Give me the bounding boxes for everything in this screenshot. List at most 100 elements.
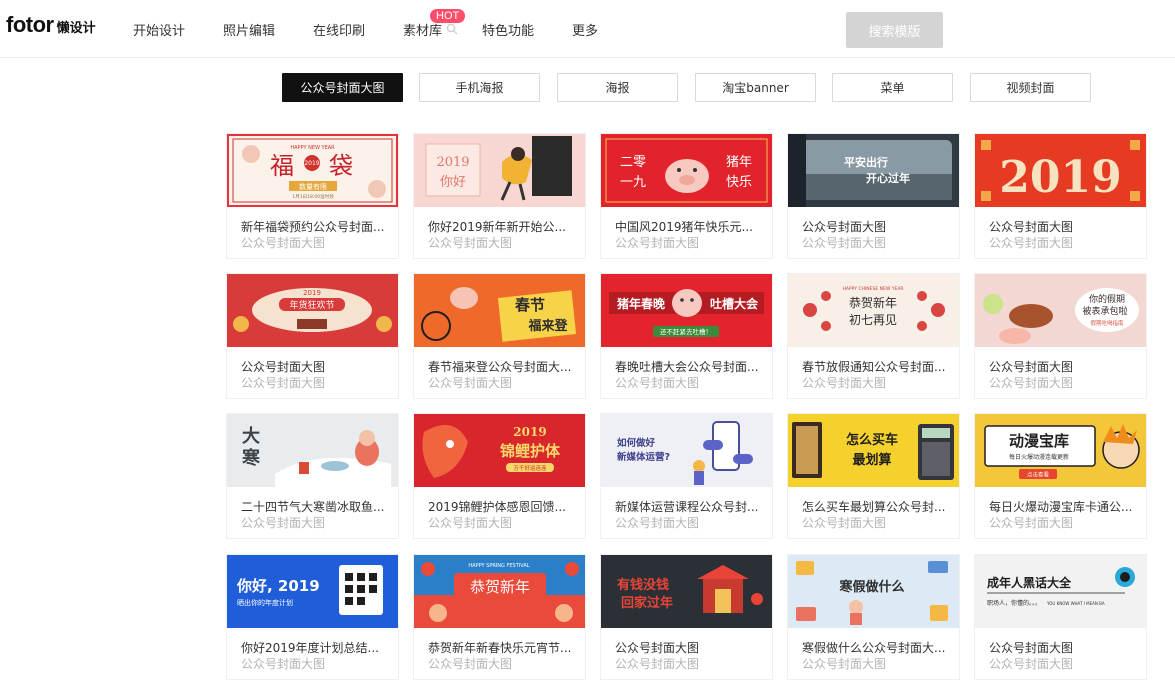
template-card[interactable]: 有钱没钱 回家过年 公众号封面大图 公众号封面大图 <box>601 555 772 679</box>
svg-text:被表承包啦: 被表承包啦 <box>1082 305 1127 317</box>
card-subtitle: 公众号封面大图 <box>802 236 887 250</box>
svg-text:2019: 2019 <box>436 155 469 170</box>
svg-text:假期吃喝指南: 假期吃喝指南 <box>1090 319 1124 327</box>
svg-text:寒: 寒 <box>241 447 261 469</box>
template-card[interactable]: 2019 公众号封面大图 公众号封面大图 <box>975 134 1146 258</box>
card-title: 每日火爆动漫宝库卡通公... <box>989 500 1133 514</box>
template-card[interactable]: 2019 年货狂欢节 公众号封面大图 公众号封面大图 <box>227 274 398 398</box>
card-title: 你好2019年度计划总结... <box>241 641 379 655</box>
template-card[interactable]: 2019 你好 你好2019新年新开始公... 公众号封面大图 <box>414 134 585 258</box>
card-subtitle: 公众号封面大图 <box>428 657 513 671</box>
svg-text:平安出行: 平安出行 <box>844 155 888 169</box>
tab-wechat-cover[interactable]: 公众号封面大图 <box>282 73 403 102</box>
card-title: 公众号封面大图 <box>615 641 700 655</box>
card-title: 公众号封面大图 <box>989 220 1074 234</box>
template-card[interactable]: HAPPY SPRING FESTIVAL 恭贺新年 恭贺新年新春快乐元宵节..… <box>414 555 585 679</box>
card-title: 寒假做什么公众号封面大... <box>802 641 946 655</box>
svg-text:1月1日18:00准时领: 1月1日18:00准时领 <box>292 193 334 200</box>
card-title: 怎么买车最划算公众号封... <box>802 500 946 514</box>
template-card[interactable]: 你的假期 被表承包啦 假期吃喝指南 公众号封面大图 公众号封面大图 <box>975 274 1146 398</box>
top-header: fotor 懒设计 开始设计 照片编辑 在线印刷 素材库 特色功能 更多 HOT… <box>0 0 1175 58</box>
logo-wordmark: fotor <box>6 12 54 37</box>
card-subtitle: 公众号封面大图 <box>241 657 326 671</box>
svg-text:快乐: 快乐 <box>726 175 752 190</box>
nav-start-design[interactable]: 开始设计 <box>133 20 185 39</box>
card-title: 恭贺新年新春快乐元宵节... <box>428 641 572 655</box>
template-thumbnail: 2019 你好 <box>414 134 585 207</box>
template-card[interactable]: 猪年春晚 吐槽大会 还不赶紧去吐槽！ 春晚吐槽大会公众号封面... 公众号封面大… <box>601 274 772 398</box>
template-card[interactable]: HAPPY CHINESE NEW YEAR 恭贺新年 初七再见 春节放假通知公… <box>788 274 959 398</box>
nav-more[interactable]: 更多 <box>572 20 598 39</box>
nav-photo-edit[interactable]: 照片编辑 <box>223 20 275 39</box>
template-thumbnail: 春节 福来登 <box>414 274 585 347</box>
nav-online-print[interactable]: 在线印刷 <box>313 20 365 39</box>
svg-text:2019: 2019 <box>999 152 1121 203</box>
template-card[interactable]: 动漫宝库 每日火爆动漫连载更新 点击查看 每日火爆动漫宝库卡通公... 公众号封… <box>975 414 1146 538</box>
template-thumbnail: 寒假做什么 <box>788 555 959 628</box>
svg-text:动漫宝库: 动漫宝库 <box>1009 432 1069 450</box>
template-thumbnail: 如何做好 新媒体运营? <box>601 414 772 487</box>
svg-text:你的假期: 你的假期 <box>1089 293 1125 305</box>
fotor-logo[interactable]: fotor 懒设计 <box>6 12 96 38</box>
card-title: 公众号封面大图 <box>989 641 1074 655</box>
svg-text:2019: 2019 <box>304 160 319 167</box>
svg-text:2019: 2019 <box>303 289 321 297</box>
template-card[interactable]: 春节 福来登 春节福来登公众号封面大... 公众号封面大图 <box>414 274 585 398</box>
svg-text:HAPPY SPRING FESTIVAL: HAPPY SPRING FESTIVAL <box>468 563 529 569</box>
svg-text:有钱没钱: 有钱没钱 <box>617 577 669 593</box>
card-subtitle: 公众号封面大图 <box>802 657 887 671</box>
template-card[interactable]: 成年人黑话大全 职场人，你懂的。。。 YOU KNOW WHAT I MEAN … <box>975 555 1146 679</box>
card-subtitle: 公众号封面大图 <box>989 376 1074 390</box>
tab-poster[interactable]: 海报 <box>557 73 678 102</box>
tab-mobile-poster[interactable]: 手机海报 <box>419 73 540 102</box>
template-thumbnail: 你的假期 被表承包啦 假期吃喝指南 <box>975 274 1146 347</box>
search-template-button[interactable]: 搜索模版 <box>846 12 943 48</box>
svg-text:福: 福 <box>270 152 294 180</box>
template-thumbnail: 怎么买车 最划算 <box>788 414 959 487</box>
template-card[interactable]: HAPPY NEW YEAR 福 袋 2019 数量有限 1月1日18:00准时… <box>227 134 398 258</box>
template-card[interactable]: 怎么买车 最划算 怎么买车最划算公众号封... 公众号封面大图 <box>788 414 959 538</box>
template-thumbnail: 大 寒 <box>227 414 398 487</box>
svg-text:2019: 2019 <box>513 425 546 439</box>
card-subtitle: 公众号封面大图 <box>241 516 326 530</box>
nav-features[interactable]: 特色功能 <box>482 20 534 39</box>
card-title: 春节福来登公众号封面大... <box>428 360 572 374</box>
card-subtitle: 公众号封面大图 <box>802 376 887 390</box>
svg-text:数量有限: 数量有限 <box>299 182 327 191</box>
svg-text:怎么买车: 怎么买车 <box>846 432 898 448</box>
template-card[interactable]: 二零 一九 猪年 快乐 中国风2019猪年快乐元... 公众号封面大图 <box>601 134 772 258</box>
template-thumbnail: 2019 锦鲤护体 万千好运连连 <box>414 414 585 487</box>
tab-taobao-banner[interactable]: 淘宝banner <box>695 73 816 102</box>
template-card[interactable]: 2019 锦鲤护体 万千好运连连 2019锦鲤护体感恩回馈... 公众号封面大图 <box>414 414 585 538</box>
svg-text:一九: 一九 <box>620 175 646 190</box>
svg-text:吐槽大会: 吐槽大会 <box>710 296 759 311</box>
template-card[interactable]: 平安出行 开心过年 公众号封面大图 公众号封面大图 <box>788 134 959 258</box>
template-thumbnail: HAPPY SPRING FESTIVAL 恭贺新年 <box>414 555 585 628</box>
svg-text:寒假做什么: 寒假做什么 <box>838 579 904 595</box>
template-thumbnail: 猪年春晚 吐槽大会 还不赶紧去吐槽！ <box>601 274 772 347</box>
tab-video-cover[interactable]: 视频封面 <box>970 73 1091 102</box>
card-subtitle: 公众号封面大图 <box>615 376 700 390</box>
svg-text:二零: 二零 <box>620 155 646 170</box>
card-subtitle: 公众号封面大图 <box>989 236 1074 250</box>
template-thumbnail: 动漫宝库 每日火爆动漫连载更新 点击查看 <box>975 414 1146 487</box>
svg-text:职场人，你懂的。。。: 职场人，你懂的。。。 <box>987 599 1041 607</box>
card-subtitle: 公众号封面大图 <box>989 516 1074 530</box>
search-icon[interactable] <box>446 23 458 35</box>
svg-text:初七再见: 初七再见 <box>849 313 897 327</box>
card-title: 新媒体运营课程公众号封... <box>615 500 759 514</box>
svg-text:HAPPY NEW YEAR: HAPPY NEW YEAR <box>290 145 335 151</box>
svg-text:你好, 2019: 你好, 2019 <box>236 577 320 595</box>
template-card[interactable]: 寒假做什么 寒假做什么公众号封面大... 公众号封面大图 <box>788 555 959 679</box>
tab-menu[interactable]: 菜单 <box>832 73 953 102</box>
svg-text:袋: 袋 <box>329 152 353 180</box>
card-title: 二十四节气大寒凿冰取鱼... <box>241 500 385 514</box>
svg-text:你好: 你好 <box>440 175 466 190</box>
template-card[interactable]: 如何做好 新媒体运营? 新媒体运营课程公众号封... 公众号封面大图 <box>601 414 772 538</box>
card-title: 公众号封面大图 <box>802 220 887 234</box>
card-title: 春节放假通知公众号封面... <box>802 360 946 374</box>
template-thumbnail: 2019 <box>975 134 1146 207</box>
svg-text:猪年春晚: 猪年春晚 <box>616 296 665 311</box>
template-card[interactable]: 大 寒 二十四节气大寒凿冰取鱼... 公众号封面大图 <box>227 414 398 538</box>
template-card[interactable]: 你好, 2019 晒出你的年度计划 你好2019年度计划总结... 公众号封面大… <box>227 555 398 679</box>
